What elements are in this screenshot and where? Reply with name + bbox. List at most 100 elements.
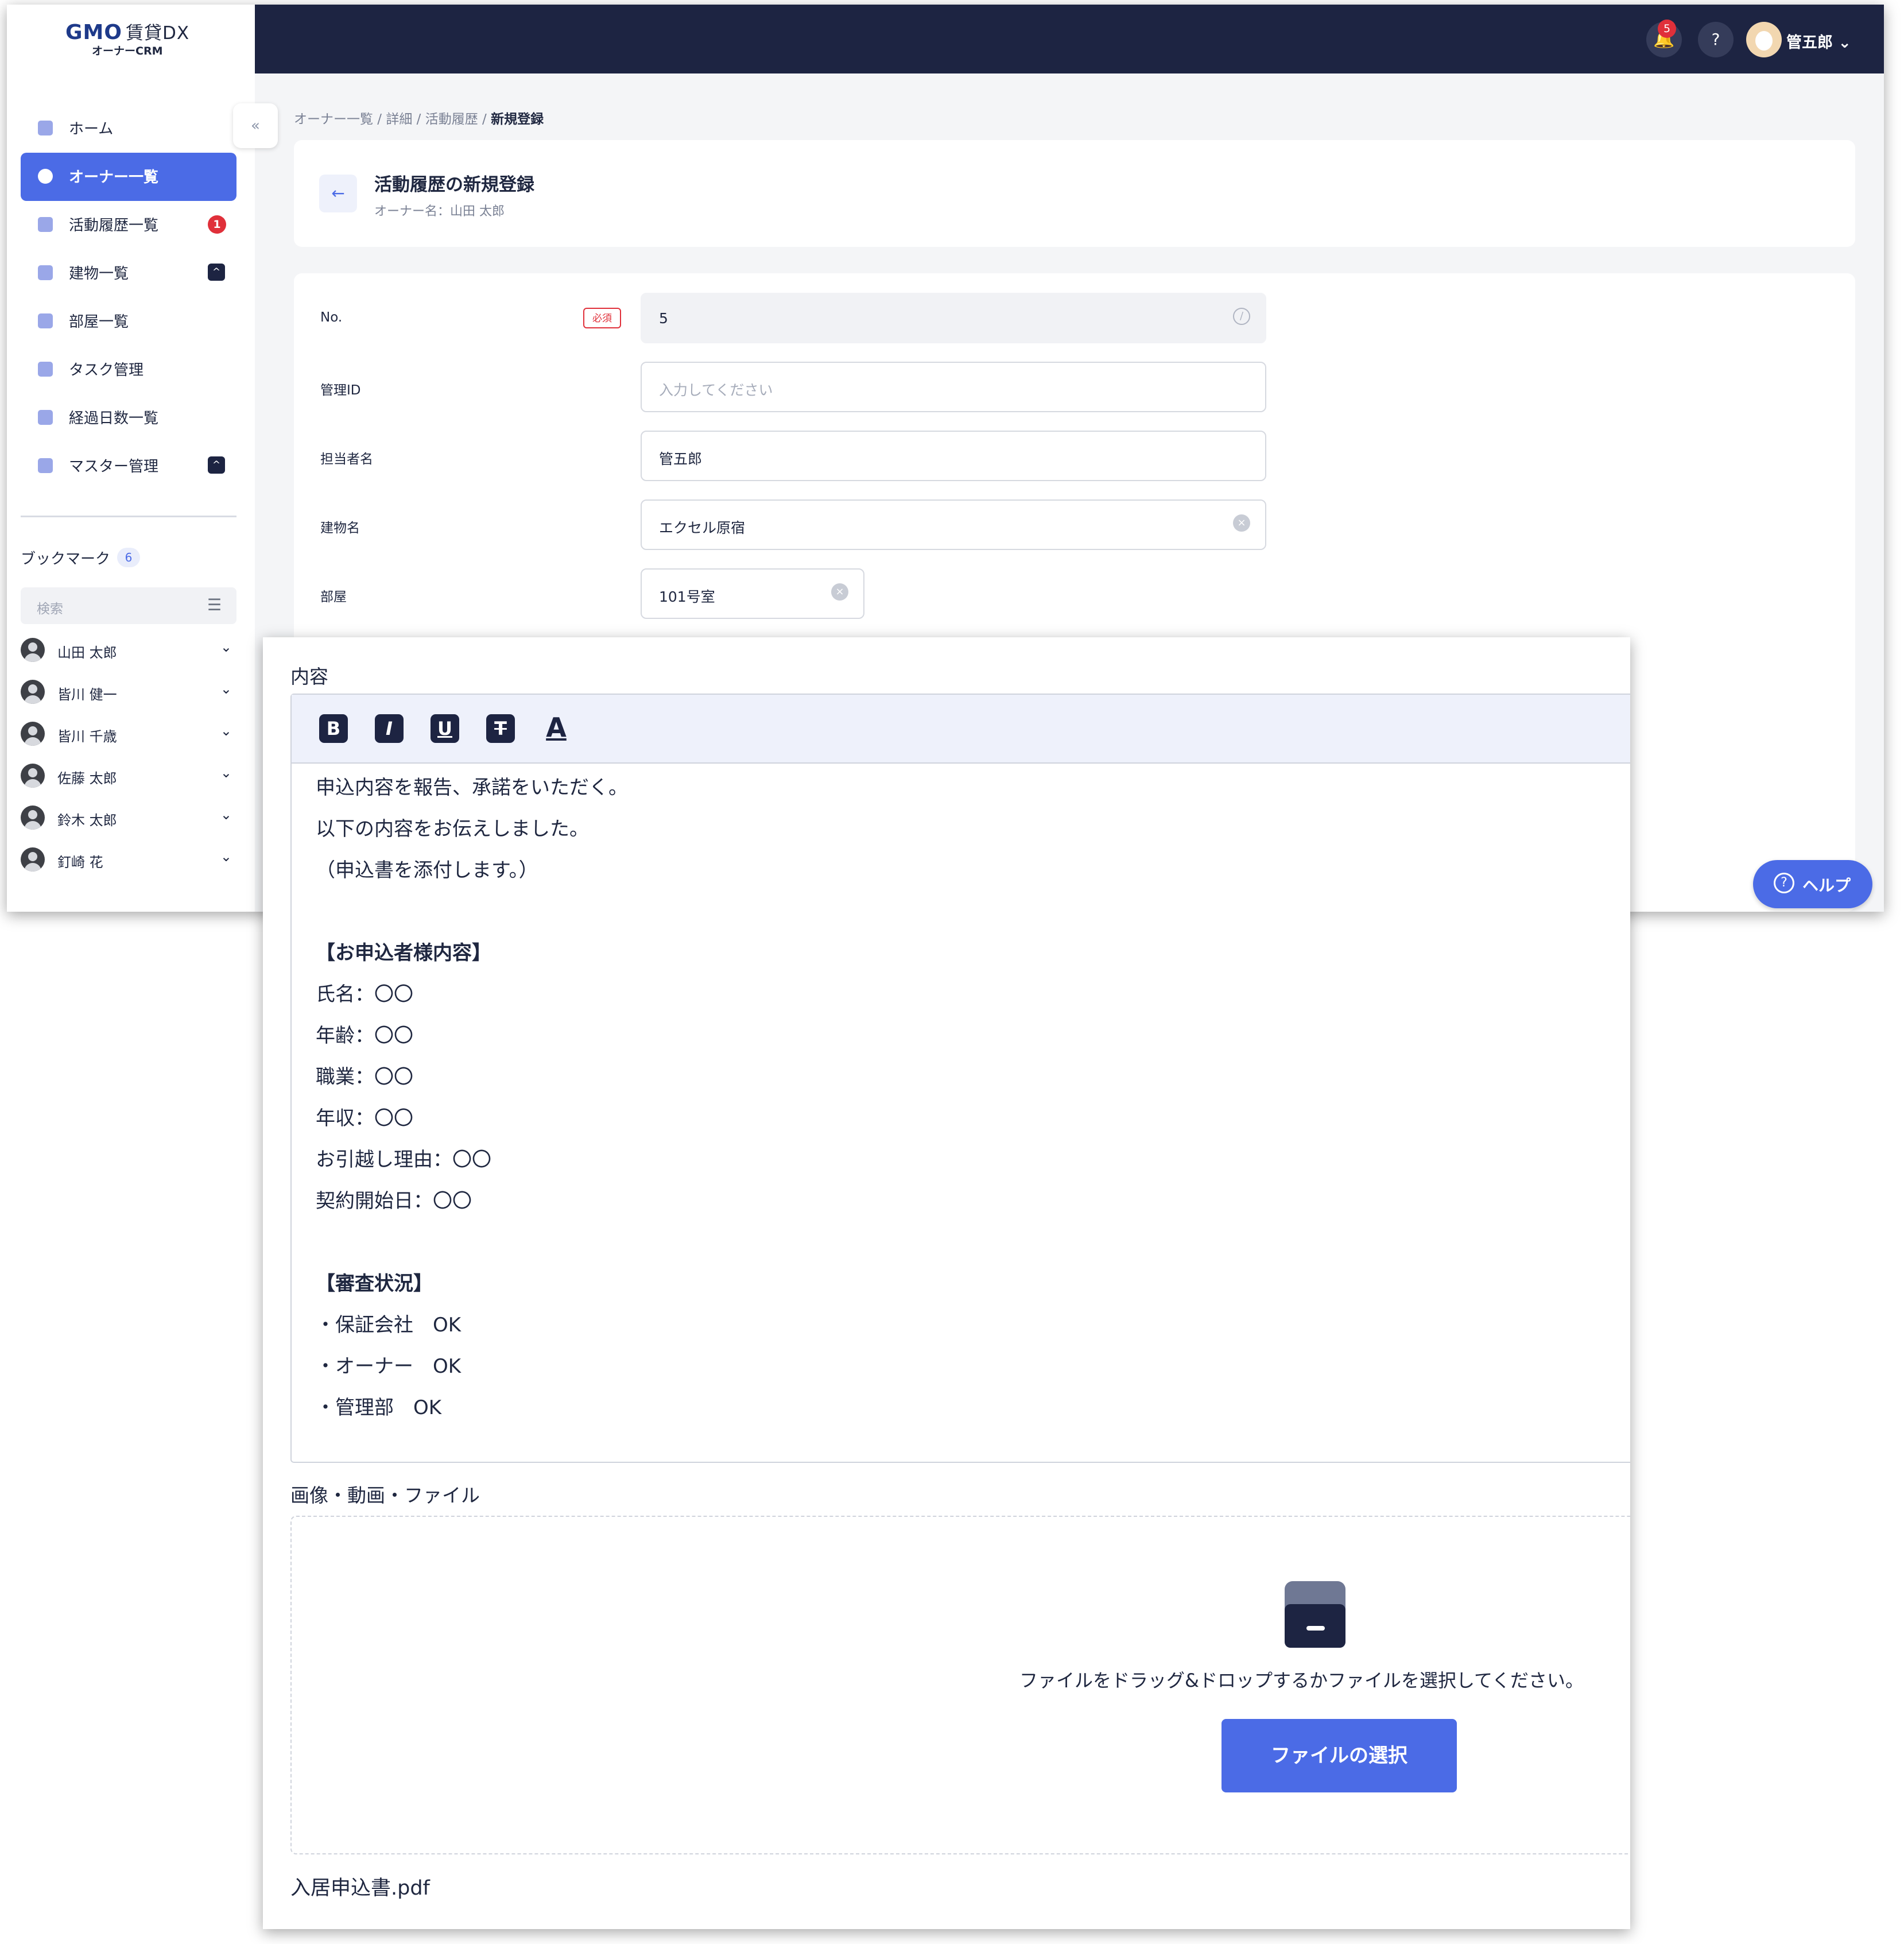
avatar bbox=[21, 847, 45, 872]
clear-icon[interactable]: × bbox=[1233, 514, 1250, 532]
page-header-card: ← 活動履歴の新規登録 オーナー名：山田 太郎 bbox=[294, 140, 1855, 247]
editor-toolbar: B I U T A bbox=[292, 695, 1630, 764]
attached-file-link[interactable]: 入居申込書.pdf bbox=[290, 1872, 430, 1901]
content-line: ・保証会社 OK bbox=[316, 1314, 462, 1337]
upload-label: 画像・動画・ファイル bbox=[290, 1484, 480, 1507]
mgmt-id-field[interactable]: 入力してください bbox=[641, 362, 1266, 412]
content-line: お引越し理由：〇〇 bbox=[316, 1148, 491, 1171]
breadcrumb-separator: / bbox=[373, 112, 386, 127]
no-label: No. bbox=[320, 310, 343, 325]
mgmt-id-placeholder: 入力してください bbox=[659, 382, 773, 398]
bookmark-name: 鈴木 太郎 bbox=[57, 812, 117, 828]
chevron-down-icon[interactable]: ⌄ bbox=[220, 849, 232, 865]
bookmark-count-badge: 6 bbox=[117, 548, 140, 567]
logo-subtitle: オーナーCRM bbox=[92, 45, 163, 57]
underline-icon[interactable]: U bbox=[431, 714, 459, 743]
dropzone-instructions: ファイルをドラッグ&ドロップするかファイルを選択してください。 bbox=[1019, 1670, 1584, 1691]
content-line: 職業：〇〇 bbox=[316, 1066, 413, 1089]
breadcrumb-activity[interactable]: 活動履歴 bbox=[425, 112, 478, 127]
bookmark-item[interactable]: 山田 太郎 ⌄ bbox=[21, 633, 239, 668]
sidebar-item-building-list[interactable]: 建物一覧 ^ bbox=[21, 249, 236, 297]
bookmark-name: 釘崎 花 bbox=[57, 854, 103, 870]
chevron-down-icon[interactable]: ⌄ bbox=[220, 639, 232, 655]
disabled-icon: / bbox=[1233, 308, 1250, 325]
user-menu[interactable]: 管五郎 ⌄ bbox=[1786, 30, 1851, 52]
chevron-down-icon[interactable]: ⌄ bbox=[220, 807, 232, 823]
staff-field[interactable]: 管五郎 bbox=[641, 431, 1266, 481]
chevron-up-icon[interactable]: ^ bbox=[208, 456, 225, 474]
chevron-up-icon[interactable]: ^ bbox=[208, 264, 225, 281]
content-line: ・管理部 OK bbox=[316, 1396, 442, 1419]
breadcrumb-owner-list[interactable]: オーナー一覧 bbox=[294, 112, 373, 127]
days-icon bbox=[38, 410, 53, 425]
bookmark-name: 山田 太郎 bbox=[57, 645, 117, 661]
content-line: 年齢：〇〇 bbox=[316, 1024, 413, 1047]
sidebar-item-task[interactable]: タスク管理 bbox=[21, 346, 236, 394]
sidebar-item-owner-list[interactable]: オーナー一覧 bbox=[21, 153, 236, 201]
strikethrough-icon[interactable]: T bbox=[486, 714, 515, 743]
bookmark-title: ブックマーク bbox=[21, 551, 111, 568]
font-color-icon[interactable]: A bbox=[542, 714, 571, 743]
user-avatar[interactable] bbox=[1746, 22, 1782, 57]
chevron-down-icon[interactable]: ⌄ bbox=[220, 723, 232, 739]
help-icon[interactable]: ? bbox=[1698, 22, 1734, 57]
chevron-down-icon[interactable]: ⌄ bbox=[220, 681, 232, 697]
room-field[interactable]: 101号室 × bbox=[641, 568, 864, 619]
avatar bbox=[21, 764, 45, 788]
bookmark-item[interactable]: 鈴木 太郎 ⌄ bbox=[21, 801, 239, 835]
building-field[interactable]: エクセル原宿 × bbox=[641, 499, 1266, 550]
content-heading: 【審査状況】 bbox=[316, 1272, 433, 1295]
collapse-sidebar-icon[interactable]: « bbox=[233, 103, 278, 148]
owner-icon bbox=[38, 169, 53, 184]
sidebar-item-label: マスター管理 bbox=[69, 458, 159, 475]
top-bar: 🔔 5 ? 管五郎 ⌄ bbox=[7, 5, 1884, 73]
file-dropzone[interactable]: ファイルをドラッグ&ドロップするかファイルを選択してください。 ファイルの選択 bbox=[290, 1516, 1630, 1854]
logo-product: 賃貸DX bbox=[125, 23, 190, 44]
bookmark-name: 皆川 千歳 bbox=[57, 729, 117, 745]
sidebar-item-master[interactable]: マスター管理 ^ bbox=[21, 442, 236, 490]
bookmark-search-input[interactable]: 検索 ☰ bbox=[21, 587, 236, 624]
help-button[interactable]: ? ヘルプ bbox=[1753, 860, 1872, 908]
avatar bbox=[21, 722, 45, 746]
building-icon bbox=[38, 265, 53, 280]
bold-icon[interactable]: B bbox=[319, 714, 348, 743]
bookmark-item[interactable]: 皆川 千歳 ⌄ bbox=[21, 717, 239, 752]
clear-icon[interactable]: × bbox=[831, 583, 848, 601]
filter-icon[interactable]: ☰ bbox=[207, 595, 222, 614]
content-line: 以下の内容をお伝えしました。 bbox=[316, 818, 589, 841]
sidebar-item-home[interactable]: ホーム bbox=[21, 104, 236, 153]
room-label: 部屋 bbox=[320, 590, 347, 605]
logo-brand: GMO bbox=[65, 21, 122, 44]
chevron-down-icon[interactable]: ⌄ bbox=[220, 765, 232, 781]
select-file-button[interactable]: ファイルの選択 bbox=[1221, 1719, 1457, 1792]
bookmark-item[interactable]: 佐藤 太郎 ⌄ bbox=[21, 759, 239, 793]
rich-text-editor[interactable]: B I U T A 申込内容を報告、承諾をいただく。 以下の内容をお伝えしました… bbox=[290, 694, 1630, 1463]
home-icon bbox=[38, 121, 53, 135]
chevron-down-icon: ⌄ bbox=[1838, 34, 1852, 52]
user-name: 管五郎 bbox=[1786, 34, 1833, 52]
sidebar-item-days[interactable]: 経過日数一覧 bbox=[21, 394, 236, 442]
breadcrumb: オーナー一覧 / 詳細 / 活動履歴 / 新規登録 bbox=[294, 108, 544, 127]
sidebar-divider bbox=[21, 516, 236, 517]
bookmark-name: 佐藤 太郎 bbox=[57, 770, 117, 787]
breadcrumb-detail[interactable]: 詳細 bbox=[386, 112, 412, 127]
bookmark-item[interactable]: 皆川 健一 ⌄ bbox=[21, 675, 239, 710]
bookmark-name: 皆川 健一 bbox=[57, 687, 117, 703]
sidebar-item-label: タスク管理 bbox=[69, 362, 144, 379]
sidebar-item-label: 活動履歴一覧 bbox=[69, 217, 159, 234]
logo[interactable]: GMO 賃貸DX オーナーCRM bbox=[7, 5, 255, 73]
italic-icon[interactable]: I bbox=[375, 714, 404, 743]
bookmark-item[interactable]: 釘崎 花 ⌄ bbox=[21, 843, 239, 877]
staff-value: 管五郎 bbox=[659, 451, 703, 467]
room-value: 101号室 bbox=[659, 588, 715, 605]
sidebar-item-room-list[interactable]: 部屋一覧 bbox=[21, 297, 236, 346]
no-value: 5 bbox=[659, 310, 668, 327]
avatar bbox=[21, 638, 45, 662]
page-subtitle: オーナー名：山田 太郎 bbox=[374, 204, 505, 219]
sidebar-item-label: 建物一覧 bbox=[69, 265, 129, 282]
back-button[interactable]: ← bbox=[319, 175, 357, 212]
question-icon: ? bbox=[1774, 873, 1794, 893]
sidebar-item-activity-list[interactable]: 活動履歴一覧 1 bbox=[21, 201, 236, 249]
building-value: エクセル原宿 bbox=[659, 520, 746, 536]
required-badge: 必須 bbox=[583, 308, 621, 328]
